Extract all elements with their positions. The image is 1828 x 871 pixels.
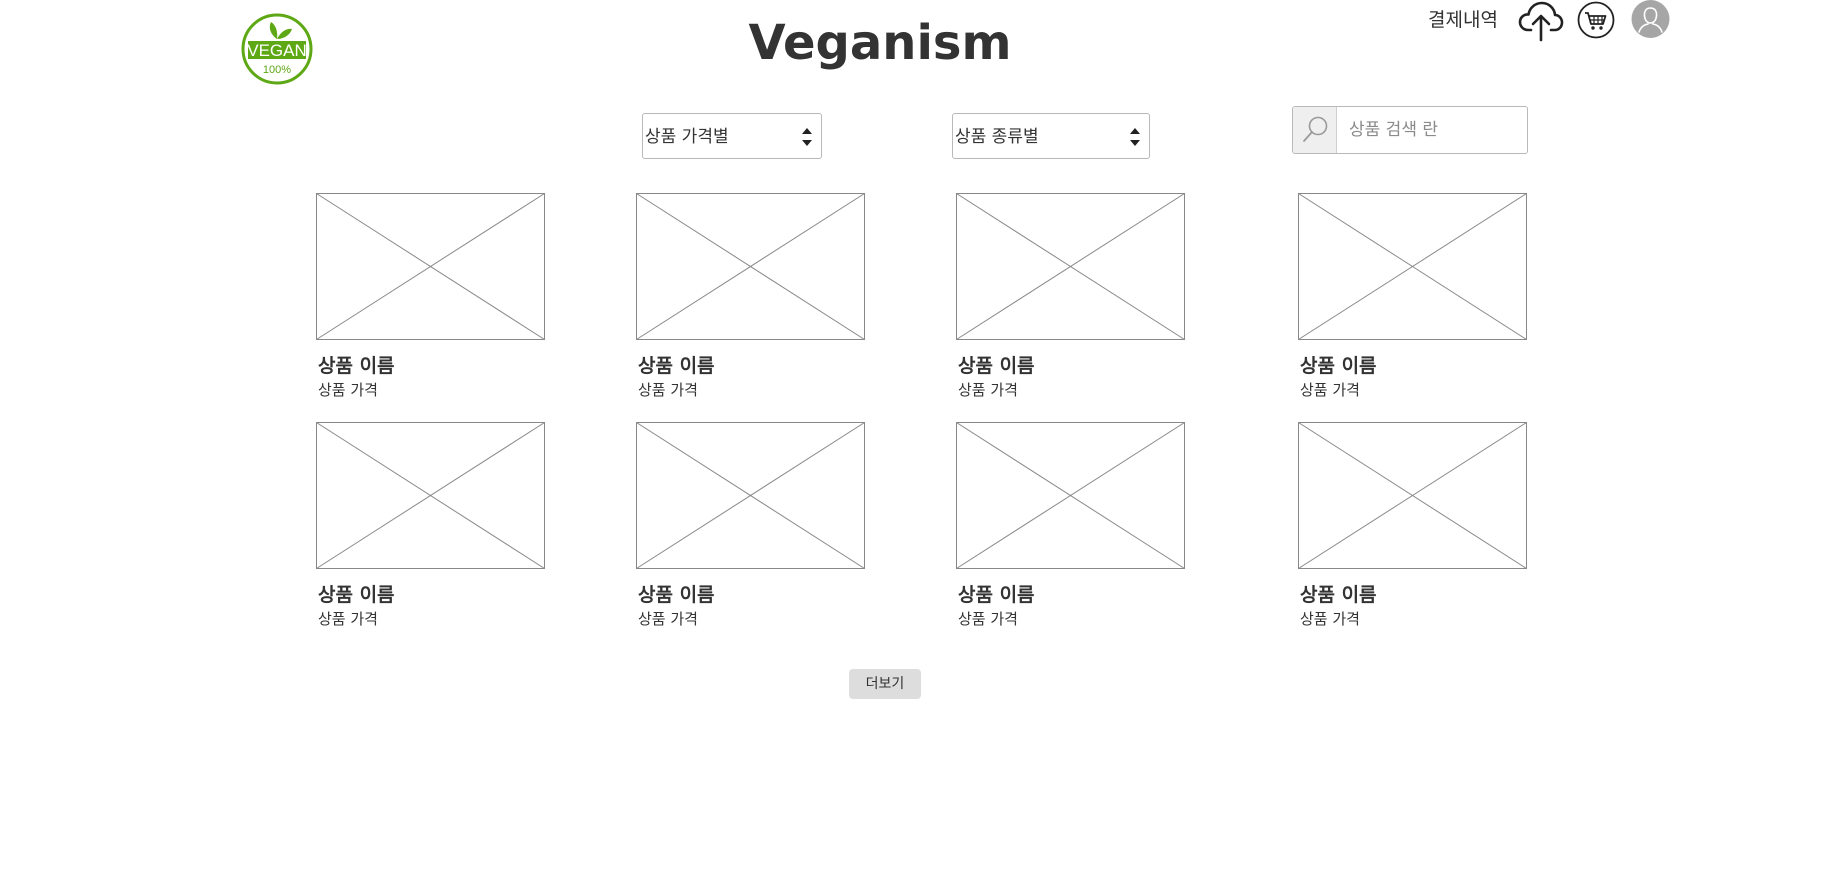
- product-card[interactable]: 상품 이름상품 가격: [316, 422, 545, 637]
- image-placeholder-icon: [956, 193, 1185, 340]
- shopping-cart-icon[interactable]: [1577, 1, 1615, 39]
- spinner-arrows-icon: [1129, 125, 1141, 149]
- image-placeholder-icon: [1298, 422, 1527, 569]
- load-more-button[interactable]: 더보기: [849, 669, 921, 699]
- image-placeholder-icon: [636, 422, 865, 569]
- product-price: 상품 가격: [638, 610, 698, 628]
- product-name: 상품 이름: [958, 584, 1035, 606]
- product-price: 상품 가격: [958, 381, 1018, 399]
- product-price: 상품 가격: [318, 610, 378, 628]
- search-input[interactable]: [1339, 107, 1525, 153]
- product-name: 상품 이름: [1300, 584, 1377, 606]
- image-placeholder-icon: [636, 193, 865, 340]
- type-filter-label: 상품 종류별: [955, 127, 1039, 147]
- product-name: 상품 이름: [318, 355, 395, 377]
- spinner-arrows-icon: [801, 125, 813, 149]
- image-placeholder-icon: [1298, 193, 1527, 340]
- product-card[interactable]: 상품 이름상품 가격: [1298, 422, 1527, 637]
- user-avatar-icon[interactable]: [1630, 0, 1671, 38]
- logo-badge-text: VEGAN: [247, 41, 307, 60]
- vegan-logo[interactable]: VEGAN 100%: [241, 13, 313, 85]
- product-price: 상품 가격: [958, 610, 1018, 628]
- product-price: 상품 가격: [638, 381, 698, 399]
- logo-badge-subtext: 100%: [263, 64, 291, 76]
- product-card[interactable]: 상품 이름상품 가격: [636, 193, 865, 408]
- product-card[interactable]: 상품 이름상품 가격: [1298, 193, 1527, 408]
- product-price: 상품 가격: [1300, 610, 1360, 628]
- image-placeholder-icon: [316, 422, 545, 569]
- product-card[interactable]: 상품 이름상품 가격: [956, 422, 1185, 637]
- image-placeholder-icon: [956, 422, 1185, 569]
- search-icon[interactable]: [1293, 107, 1337, 153]
- product-search: [1292, 106, 1528, 154]
- product-price: 상품 가격: [318, 381, 378, 399]
- payment-history-link[interactable]: 결제내역: [1428, 6, 1498, 34]
- product-price: 상품 가격: [1300, 381, 1360, 399]
- product-name: 상품 이름: [1300, 355, 1377, 377]
- type-filter-select[interactable]: 상품 종류별: [952, 113, 1150, 159]
- product-name: 상품 이름: [318, 584, 395, 606]
- image-placeholder-icon: [316, 193, 545, 340]
- cloud-upload-icon[interactable]: [1518, 0, 1564, 42]
- product-name: 상품 이름: [638, 355, 715, 377]
- product-name: 상품 이름: [958, 355, 1035, 377]
- price-filter-label: 상품 가격별: [645, 127, 729, 147]
- product-card[interactable]: 상품 이름상품 가격: [956, 193, 1185, 408]
- product-card[interactable]: 상품 이름상품 가격: [636, 422, 865, 637]
- site-title: Veganism: [748, 15, 1012, 71]
- price-filter-select[interactable]: 상품 가격별: [642, 113, 822, 159]
- product-name: 상품 이름: [638, 584, 715, 606]
- product-card[interactable]: 상품 이름상품 가격: [316, 193, 545, 408]
